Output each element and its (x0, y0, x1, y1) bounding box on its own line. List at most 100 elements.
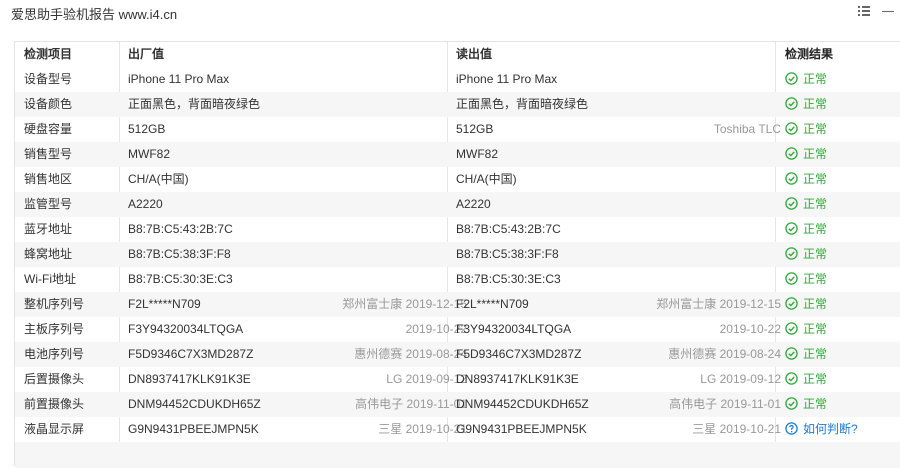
result-text: 正常 (803, 397, 828, 411)
factory-note: 惠州德赛 2019-08-24 (354, 347, 467, 361)
table-row: 前置摄像头 DNM94452CDUKDH65Z 高伟电子 2019-11-01 DNM… (15, 392, 900, 417)
item-label: Wi-Fi地址 (24, 272, 76, 286)
table-row: 销售型号 MWF82 MWF82 正常 (15, 142, 900, 167)
check-circle-icon (785, 372, 798, 386)
result-status: 正常 (785, 267, 827, 292)
result-text: 正常 (803, 247, 828, 261)
item-label: 蓝牙地址 (24, 222, 73, 236)
read-value: F5D9346C7X3MD287Z (456, 347, 582, 361)
item-label: 蜂窝地址 (24, 247, 73, 261)
item-label: 主板序列号 (24, 322, 85, 336)
list-menu-icon[interactable] (858, 6, 870, 17)
item-label: 销售地区 (24, 172, 73, 186)
table-row: 硬盘容量 512GB 512GB Toshiba TLC 正常 (15, 117, 900, 142)
read-note: LG 2019-09-12 (700, 372, 781, 386)
check-circle-icon (785, 72, 798, 86)
read-value: F3Y94320034LTQGA (456, 322, 572, 336)
header-factory-value: 出厂值 (128, 47, 165, 61)
result-text: 正常 (803, 347, 828, 361)
how-to-judge-link[interactable]: 如何判断? (785, 417, 858, 442)
factory-note: 郑州富士康 2019-12-15 (342, 297, 467, 311)
factory-note: LG 2019-09-12 (386, 372, 467, 386)
result-text: 正常 (803, 72, 828, 86)
factory-note: 三星 2019-10-21 (378, 422, 467, 436)
result-status: 正常 (785, 167, 827, 192)
table-row: 设备颜色 正面黑色，背面暗夜绿色 正面黑色，背面暗夜绿色 正常 (15, 92, 900, 117)
table-row: 液晶显示屏 G9N9431PBEEJMPN5K 三星 2019-10-21 G9N94… (15, 417, 900, 442)
factory-value: A2220 (128, 197, 163, 211)
check-circle-icon (785, 347, 798, 361)
question-circle-icon (785, 422, 798, 436)
result-status: 正常 (785, 367, 827, 392)
result-text: 正常 (803, 372, 828, 386)
result-status: 正常 (785, 292, 827, 317)
result-status: 正常 (785, 217, 827, 242)
check-circle-icon (785, 272, 798, 286)
read-note: 2019-10-22 (719, 322, 781, 336)
header-read-value: 读出值 (456, 47, 493, 61)
title-bar: 爱思助手验机报告 www.i4.cn (0, 0, 900, 24)
item-label: 电池序列号 (24, 347, 85, 361)
header-result: 检测结果 (785, 47, 834, 61)
item-label: 设备型号 (24, 72, 73, 86)
table-row: 监管型号 A2220 A2220 正常 (15, 192, 900, 217)
table-row: 主板序列号 F3Y94320034LTQGA 2019-10-22 F3Y943200… (15, 317, 900, 342)
window-title: 爱思助手验机报告 www.i4.cn (11, 7, 178, 22)
factory-value: F5D9346C7X3MD287Z (128, 347, 254, 361)
check-circle-icon (785, 397, 798, 411)
read-value: 512GB (456, 122, 494, 136)
result-text: 如何判断? (803, 422, 858, 436)
table-row: 销售地区 CH/A(中国) CH/A(中国) 正常 (15, 167, 900, 192)
item-label: 销售型号 (24, 147, 73, 161)
result-text: 正常 (803, 197, 828, 211)
read-value: CH/A(中国) (456, 172, 517, 186)
check-circle-icon (785, 197, 798, 211)
table-row: 设备型号 iPhone 11 Pro Max iPhone 11 Pro Max 正常 (15, 67, 900, 92)
factory-value: 正面黑色，背面暗夜绿色 (128, 97, 261, 111)
item-label: 整机序列号 (24, 297, 85, 311)
table-header: 检测项目 出厂值 读出值 检测结果 (15, 42, 900, 67)
check-circle-icon (785, 97, 798, 111)
result-status: 正常 (785, 192, 827, 217)
minimize-icon[interactable] (882, 11, 894, 12)
result-text: 正常 (803, 322, 828, 336)
result-status: 正常 (785, 92, 827, 117)
item-label: 后置摄像头 (24, 372, 85, 386)
table-row: Wi-Fi地址 B8:7B:C5:30:3E:C3 B8:7B:C5:30:3E:C… (15, 267, 900, 292)
read-note: 三星 2019-10-21 (692, 422, 781, 436)
check-circle-icon (785, 147, 798, 161)
read-value: 正面黑色，背面暗夜绿色 (456, 97, 589, 111)
read-note: Toshiba TLC (713, 122, 781, 136)
read-value: F2L*****N709 (456, 297, 529, 311)
check-circle-icon (785, 122, 798, 136)
read-value: B8:7B:C5:38:3F:F8 (456, 247, 559, 261)
read-value: G9N9431PBEEJMPN5K (456, 422, 587, 436)
read-value: MWF82 (456, 147, 498, 161)
factory-value: F3Y94320034LTQGA (128, 322, 244, 336)
table-row: 后置摄像头 DN8937417KLK91K3E LG 2019-09-12 DN893… (15, 367, 900, 392)
check-circle-icon (785, 222, 798, 236)
factory-value: G9N9431PBEEJMPN5K (128, 422, 259, 436)
result-text: 正常 (803, 222, 828, 236)
result-text: 正常 (803, 272, 828, 286)
read-note: 郑州富士康 2019-12-15 (656, 297, 781, 311)
result-status: 正常 (785, 342, 827, 367)
factory-value: iPhone 11 Pro Max (128, 72, 230, 86)
check-circle-icon (785, 247, 798, 261)
result-text: 正常 (803, 147, 828, 161)
table-row: 蓝牙地址 B8:7B:C5:43:2B:7C B8:7B:C5:43:2B:7C 正常 (15, 217, 900, 242)
factory-value: DN8937417KLK91K3E (128, 372, 251, 386)
read-note: 惠州德赛 2019-08-24 (668, 347, 781, 361)
result-status: 正常 (785, 67, 827, 92)
item-label: 硬盘容量 (24, 122, 73, 136)
result-status: 正常 (785, 117, 827, 142)
factory-value: DNM94452CDUKDH65Z (128, 397, 261, 411)
result-status: 正常 (785, 242, 827, 267)
table-row: 蜂窝地址 B8:7B:C5:38:3F:F8 B8:7B:C5:38:3F:F8 正常 (15, 242, 900, 267)
check-circle-icon (785, 297, 798, 311)
factory-value: MWF82 (128, 147, 170, 161)
result-status: 正常 (785, 317, 827, 342)
item-label: 前置摄像头 (24, 397, 85, 411)
factory-value: CH/A(中国) (128, 172, 189, 186)
result-status: 正常 (785, 392, 827, 417)
